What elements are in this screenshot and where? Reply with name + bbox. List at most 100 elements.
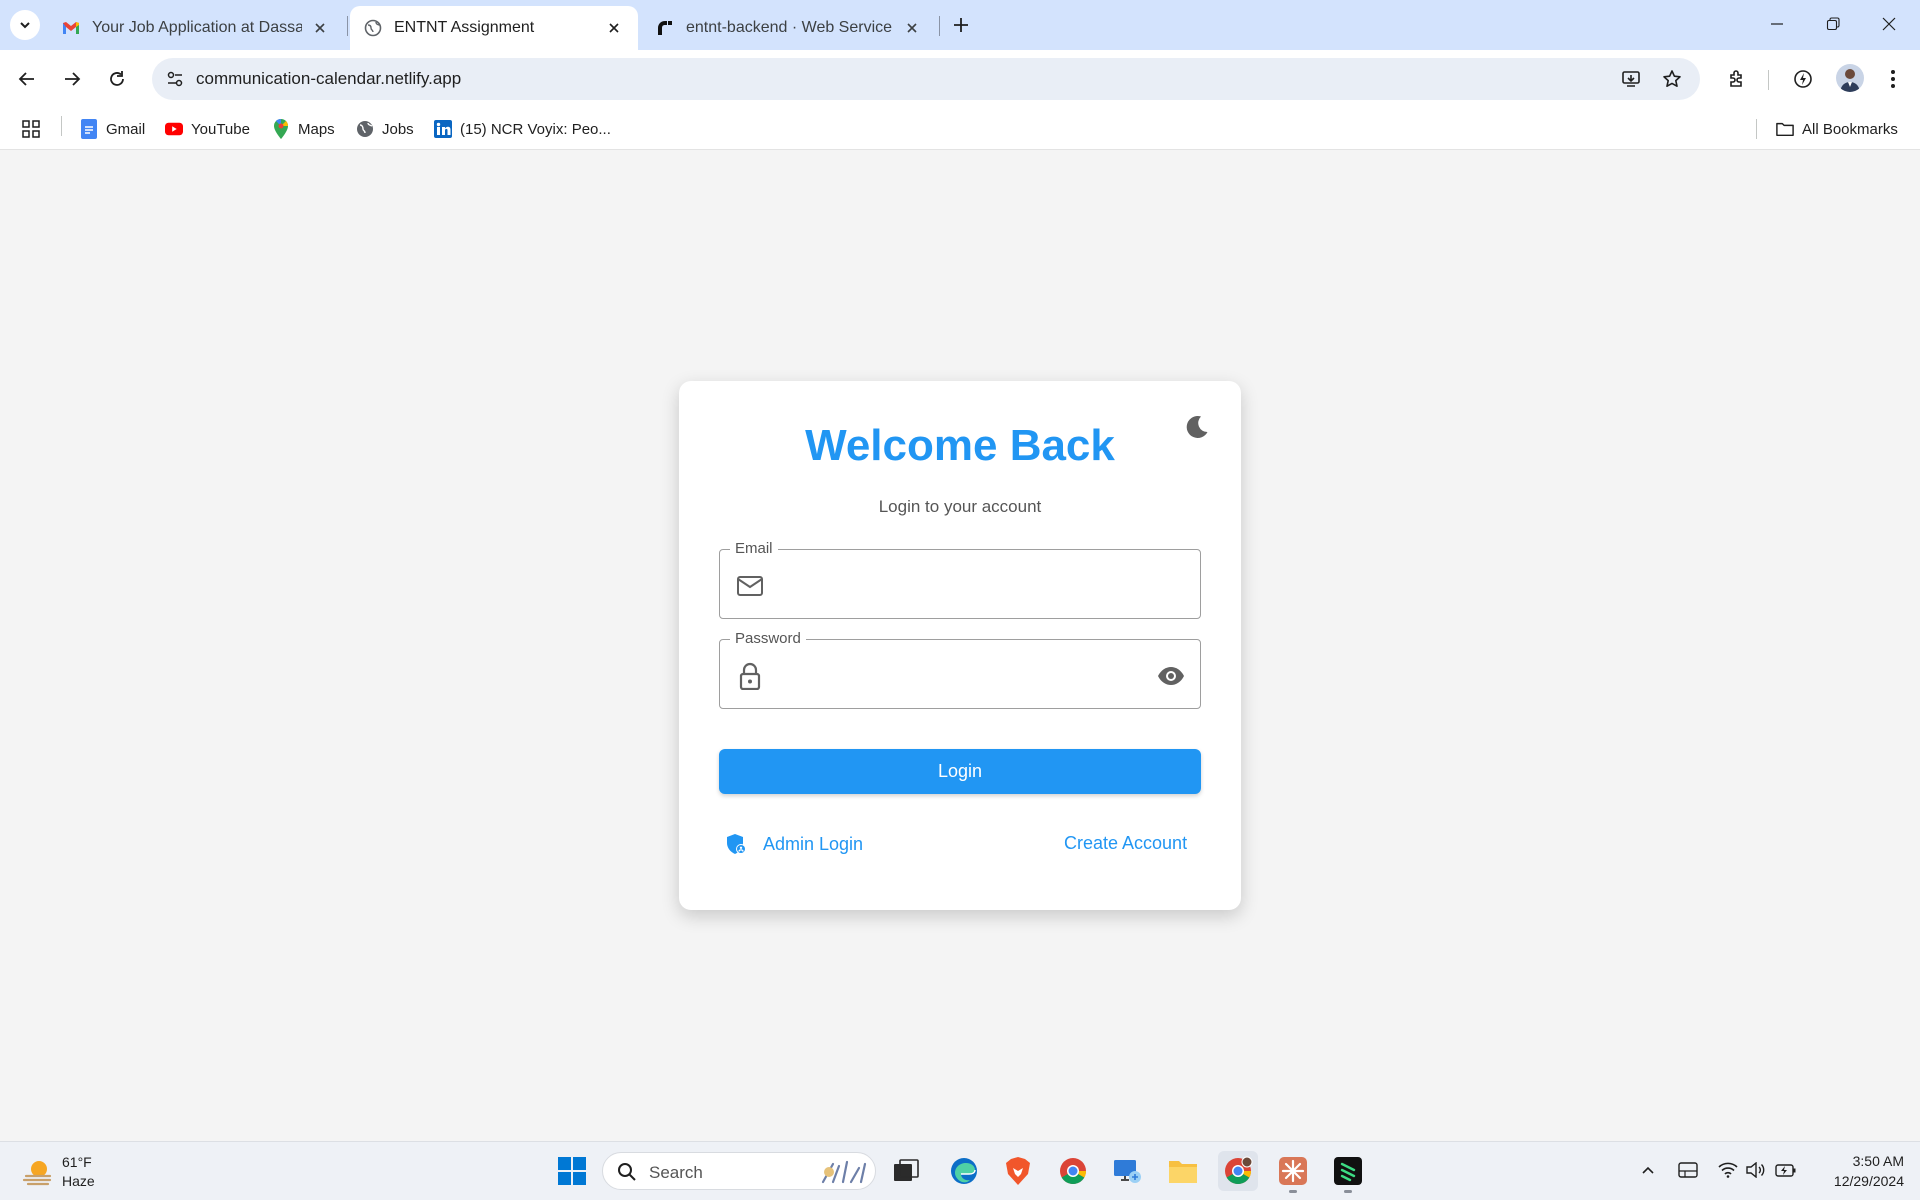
remote-desktop-app[interactable]	[1108, 1151, 1148, 1191]
battery-status[interactable]	[1772, 1156, 1800, 1184]
volume-icon	[1746, 1162, 1765, 1178]
all-bookmarks-button[interactable]: All Bookmarks	[1776, 116, 1898, 142]
forward-button[interactable]	[57, 64, 87, 94]
login-card: Welcome Back Login to your account Email…	[679, 381, 1241, 910]
linkedin-icon	[434, 120, 452, 138]
page-subtitle: Login to your account	[878, 497, 1042, 516]
reload-button[interactable]	[102, 64, 132, 94]
tab-title: ENTNT Assignment	[394, 19, 535, 36]
tab-strip: Your Job Application at Dassault ENTNT A…	[0, 0, 1920, 50]
more-vert-icon	[1891, 70, 1895, 88]
bookmark-gmail[interactable]: Gmail	[80, 116, 145, 142]
bookmark-label: Maps	[298, 120, 335, 138]
login-button[interactable]: Login	[719, 749, 1201, 794]
file-explorer-app[interactable]	[1163, 1151, 1203, 1191]
touch-keyboard-button[interactable]	[1674, 1156, 1702, 1184]
performance-button[interactable]	[1788, 64, 1818, 94]
google-docs-icon	[80, 119, 98, 139]
task-view-button[interactable]	[886, 1151, 926, 1191]
brave-app[interactable]	[998, 1151, 1038, 1191]
email-label: Email	[730, 540, 778, 557]
apps-grid-icon	[22, 120, 40, 138]
folder-icon	[1776, 120, 1794, 138]
bookmark-label: Gmail	[106, 120, 146, 138]
youtube-icon	[165, 120, 183, 138]
install-icon	[1622, 71, 1640, 87]
wifi-status[interactable]	[1714, 1156, 1742, 1184]
task-view-icon	[894, 1159, 919, 1181]
weather-widget[interactable]: 61°F Haze	[22, 1150, 95, 1194]
profile-avatar[interactable]	[1836, 64, 1864, 92]
taskbar-search[interactable]: Search	[602, 1152, 876, 1190]
site-info-icon[interactable]	[160, 64, 190, 94]
search-icon	[618, 1163, 636, 1181]
mail-icon	[736, 572, 764, 600]
battery-charging-icon	[1775, 1164, 1796, 1177]
search-highlight-icon	[821, 1160, 867, 1184]
close-icon[interactable]	[310, 18, 330, 38]
show-hidden-icons-button[interactable]	[1634, 1156, 1662, 1184]
edge-app[interactable]	[944, 1151, 984, 1191]
close-icon[interactable]	[604, 18, 624, 38]
all-bookmarks-label: All Bookmarks	[1802, 120, 1898, 138]
email-field[interactable]: Email	[719, 540, 1201, 619]
chrome-icon	[1060, 1158, 1087, 1185]
create-account-label: Create Account	[1064, 833, 1188, 853]
claude-app[interactable]	[1273, 1151, 1313, 1193]
tab-divider	[347, 16, 348, 36]
bookmark-label: Jobs	[382, 120, 414, 138]
extensions-button[interactable]	[1722, 64, 1752, 94]
minimize-icon	[1771, 23, 1783, 25]
install-app-button[interactable]	[1616, 64, 1646, 94]
arrow-left-icon	[18, 72, 34, 86]
folder-icon	[1169, 1161, 1197, 1183]
system-clock[interactable]: 3:50 AM 12/29/2024	[1812, 1151, 1904, 1191]
taskbar: 61°F Haze Search 3:50 AM 12/29/2024	[0, 1141, 1920, 1200]
new-tab-button[interactable]	[948, 12, 974, 38]
email-input[interactable]	[776, 564, 1136, 604]
globe-icon	[364, 19, 382, 37]
back-button[interactable]	[12, 64, 42, 94]
chevron-up-icon	[1642, 1166, 1654, 1174]
volume-status[interactable]	[1742, 1156, 1770, 1184]
sun-haze-icon	[22, 1161, 52, 1186]
bookmark-linkedin[interactable]: (15) NCR Voyix: Peo...	[434, 116, 611, 142]
terminal-app[interactable]	[1328, 1151, 1368, 1193]
taskbar-search-placeholder: Search	[649, 1163, 703, 1182]
chevron-down-icon	[20, 22, 30, 29]
tab-gmail[interactable]: Your Job Application at Dassault	[48, 6, 344, 50]
bookmark-star-button[interactable]	[1657, 64, 1687, 94]
restore-button[interactable]	[1810, 6, 1856, 42]
bookmarks-bar: Gmail YouTube Maps Jobs (15) NCR Voyix: …	[0, 108, 1920, 150]
close-icon[interactable]	[902, 18, 922, 38]
star-icon	[1663, 70, 1681, 87]
plus-icon	[954, 18, 968, 32]
admin-login-link[interactable]: Admin Login	[725, 833, 863, 855]
chrome-profile-app[interactable]	[1218, 1151, 1258, 1191]
bookmarks-divider	[1756, 119, 1757, 139]
close-window-button[interactable]	[1866, 6, 1912, 42]
minimize-button[interactable]	[1754, 6, 1800, 42]
chrome-app[interactable]	[1053, 1151, 1093, 1191]
apps-button[interactable]	[22, 116, 48, 142]
password-field[interactable]: Password	[719, 630, 1201, 709]
address-bar[interactable]: communication-calendar.netlify.app	[152, 58, 1700, 100]
brave-icon	[1006, 1157, 1030, 1185]
password-input[interactable]	[776, 654, 1136, 694]
menu-button[interactable]	[1878, 64, 1908, 94]
weather-temperature: 61°F	[62, 1154, 92, 1170]
create-account-link[interactable]: Create Account	[1064, 833, 1187, 854]
bookmark-youtube[interactable]: YouTube	[165, 116, 250, 142]
tab-entnt-assignment[interactable]: ENTNT Assignment	[350, 6, 638, 50]
reload-icon	[110, 71, 124, 86]
start-button[interactable]	[552, 1151, 592, 1191]
lock-icon	[736, 662, 764, 690]
tab-search-button[interactable]	[10, 10, 40, 40]
keyboard-icon	[1678, 1162, 1698, 1178]
url-text[interactable]: communication-calendar.netlify.app	[196, 69, 461, 89]
bookmark-jobs[interactable]: Jobs	[356, 116, 414, 142]
bookmark-maps[interactable]: Maps	[272, 116, 335, 142]
tab-entnt-backend[interactable]: entnt-backend · Web Service ·	[642, 6, 936, 50]
show-password-icon[interactable]	[1156, 661, 1186, 691]
bookmark-label: (15) NCR Voyix: Peo...	[460, 120, 611, 138]
